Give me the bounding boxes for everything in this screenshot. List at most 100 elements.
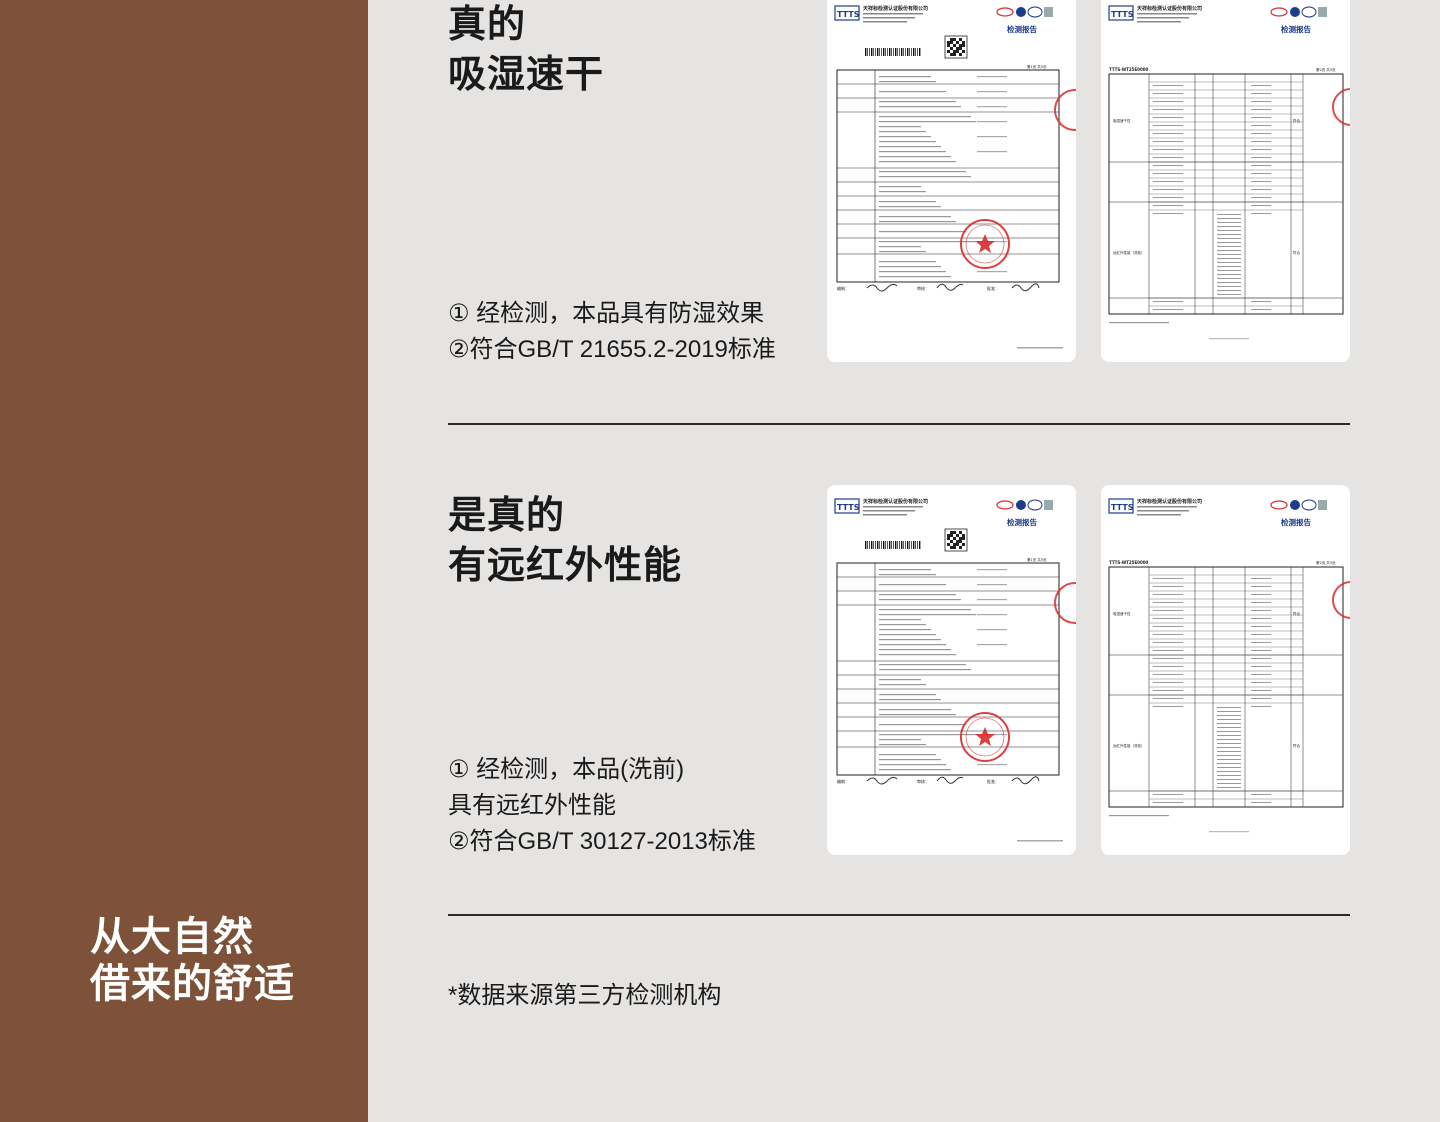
text-line [1217,711,1241,712]
footer-line [1209,831,1249,833]
qr-cell [959,537,962,540]
qr-cell [950,53,953,56]
text-line [879,151,946,153]
text-line [1217,707,1241,708]
text-line [1217,715,1241,716]
signature-1-icon [866,283,898,292]
cma-logo-icon [1270,500,1288,510]
text-line [1153,634,1183,635]
text-line [1153,85,1183,86]
text-line [1153,626,1183,627]
edge-stamp-icon [1332,581,1350,619]
barcode-bar [913,48,915,56]
text-line [1251,101,1271,102]
footer-line [1017,840,1063,842]
text-line [1251,690,1271,691]
signature-label-1: 编制： [837,285,849,291]
report-thumbnail: TTTS天祥标检测认证股份有限公司检测报告第1页 共5页编制： 审核： 批准： [834,5,1076,349]
barcode-bar [903,541,904,549]
text-line [1217,234,1241,235]
text-line [1153,165,1183,166]
barcode-bar [875,541,876,549]
qr-cell [953,50,956,53]
text-line [879,186,921,188]
text-line [1251,189,1271,190]
text-line [879,624,926,626]
barcode-bar [889,541,891,549]
signature-2-icon [936,776,964,784]
edge-stamp-icon [1054,89,1076,131]
text-line [1251,133,1271,134]
text-line [1217,230,1241,231]
text-line [977,599,1007,601]
text-line [879,574,936,576]
barcode-bar [907,541,909,549]
barcode-bar [893,541,894,549]
cma-logo-icon [1270,7,1288,17]
qr-cell [950,47,953,50]
barcode-bar [907,48,909,56]
text-line [1153,213,1183,214]
text-line [879,266,941,268]
text-line [1153,189,1183,190]
text-line [977,106,1007,108]
header-line [1137,13,1197,15]
qr-cell [950,41,953,44]
barcode-bar [905,48,906,56]
text-line [1153,690,1183,691]
qr-cell [947,50,950,53]
signature-3-icon [1011,776,1040,785]
qr-cell [953,38,956,41]
qr-cell [956,47,959,50]
qr-cell [962,543,965,546]
ttts-logo-text: TTTS [1111,503,1134,512]
text-line [1153,666,1183,667]
barcode-bar [909,541,910,549]
text-line [879,271,946,273]
qr-cell [953,537,956,540]
text-line [879,216,951,218]
qr-cell [959,38,962,41]
text-line [1251,165,1271,166]
barcode-bar [879,541,880,549]
barcode-bar [889,48,891,56]
signature-3-icon [1011,283,1040,292]
text-line [1153,109,1183,110]
text-line [1153,802,1183,803]
text-line [879,599,961,601]
barcode-bar [913,541,915,549]
text-line [1153,794,1183,795]
text-line [1251,149,1271,150]
text-line [1217,286,1241,287]
text-line [879,121,976,123]
qr-cell [962,537,965,540]
cnas-logo-icon [1027,499,1043,511]
text-line [977,136,1007,138]
text-line [1251,634,1271,635]
qr-cell [950,534,953,537]
text-line [1217,278,1241,279]
text-line [879,584,946,586]
seal-logo-icon [1044,500,1053,510]
qr-cell [953,531,956,534]
text-line [1153,197,1183,198]
qr-cell [947,537,950,540]
text-line [879,694,936,696]
text-line [1217,290,1241,291]
text-line [1217,727,1241,728]
slogan-line-2: 借来的舒适 [90,962,295,1006]
footer-divider [448,914,1350,916]
text-line [879,116,971,118]
section-1-desc-line-1: ① 经检测，本品具有防湿效果 [448,300,765,327]
text-line [879,91,946,93]
text-line [1251,197,1271,198]
qr-cell [947,41,950,44]
text-line [879,649,951,651]
text-line [879,634,936,636]
header-line [1137,21,1181,23]
text-line [879,669,971,671]
text-line [879,679,921,681]
barcode-bar [897,541,898,549]
sidebar-slogan: 从大自然 借来的舒适 [90,914,295,1008]
row-label-far-ir: 远红外性能（洗前） [1113,250,1145,255]
